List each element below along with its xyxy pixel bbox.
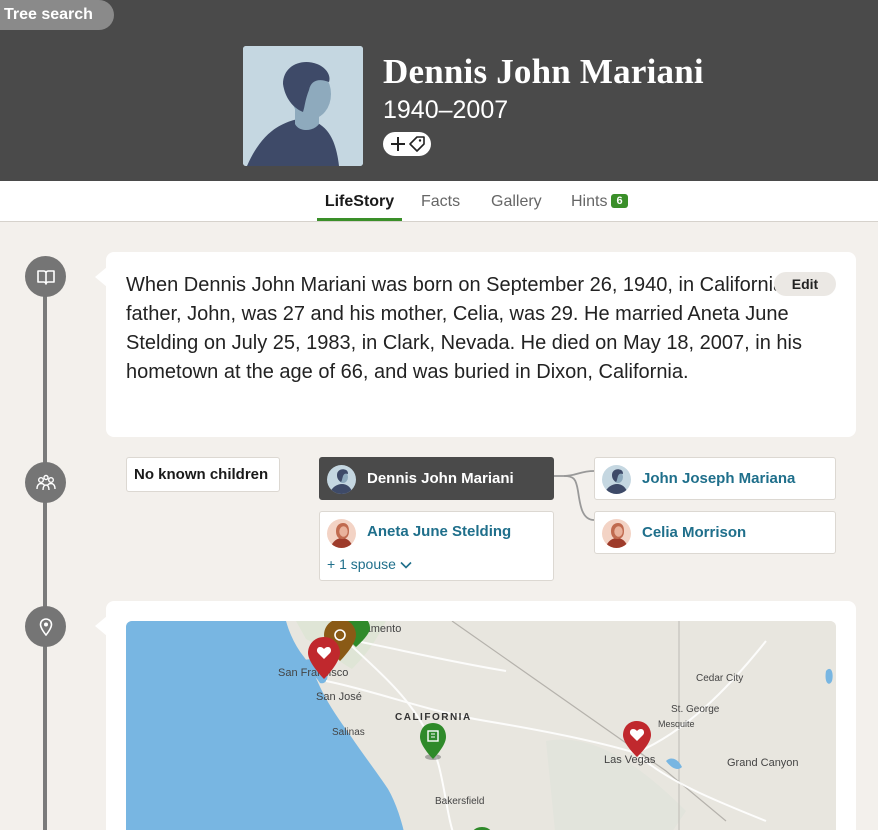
- hints-count-badge: 6: [611, 194, 628, 208]
- no-children-label: No known children: [126, 457, 280, 492]
- tree-search-button[interactable]: Tree search: [0, 0, 114, 30]
- female-avatar-icon: [602, 519, 631, 548]
- lifestory-card: When Dennis John Mariani was born on Sep…: [106, 252, 856, 437]
- more-spouses-toggle[interactable]: + 1 spouse: [327, 556, 412, 572]
- location-pin-icon: [39, 617, 52, 636]
- places-map[interactable]: Sacramento San Francisco San José Salina…: [126, 621, 836, 830]
- father-name[interactable]: John Joseph Mariana: [642, 458, 795, 499]
- timeline-line: [43, 262, 47, 830]
- male-avatar-icon: [602, 465, 631, 494]
- tab-gallery[interactable]: Gallery: [491, 181, 542, 221]
- places-timeline-marker: [25, 606, 66, 647]
- lifestory-summary: When Dennis John Mariani was born on Sep…: [126, 274, 821, 383]
- parent-connector-lines: [554, 470, 595, 521]
- map-label-san-francisco: San Francisco: [278, 667, 348, 679]
- person-header: Tree search Dennis John Mariani 1940–200…: [0, 0, 878, 181]
- edit-button[interactable]: Edit: [774, 272, 836, 296]
- avatar: [602, 465, 631, 494]
- spouse-name[interactable]: Aneta June Stelding: [367, 512, 511, 552]
- map-label-san-jose: San José: [316, 691, 362, 703]
- map-label-cedar-city: Cedar City: [696, 673, 743, 684]
- self-name: Dennis John Mariani: [367, 470, 514, 487]
- female-avatar-icon: [327, 519, 356, 548]
- book-icon: [36, 269, 55, 285]
- story-timeline-marker: [25, 256, 66, 297]
- map-label-las-vegas: Las Vegas: [604, 754, 656, 766]
- father-person-card[interactable]: John Joseph Mariana: [594, 457, 836, 500]
- male-avatar-icon: [327, 465, 356, 494]
- add-tag-button[interactable]: [383, 132, 431, 156]
- avatar: [602, 519, 631, 548]
- tab-hints-label: Hints: [571, 193, 608, 210]
- map-label-mesquite: Mesquite: [658, 719, 695, 729]
- mother-name[interactable]: Celia Morrison: [642, 512, 746, 553]
- male-silhouette-icon: [243, 46, 363, 166]
- self-person-card[interactable]: Dennis John Mariani: [319, 457, 554, 500]
- map-label-grand-canyon: Grand Canyon: [727, 757, 799, 769]
- family-timeline-marker: [25, 462, 66, 503]
- profile-tab-bar: LifeStory Facts Gallery Hints 6: [0, 181, 878, 222]
- family-icon: [35, 474, 56, 490]
- tab-lifestory[interactable]: LifeStory: [317, 181, 402, 221]
- map-canvas: Sacramento San Francisco San José Salina…: [126, 621, 836, 830]
- avatar: [327, 519, 356, 548]
- person-name: Dennis John Mariani: [383, 52, 704, 91]
- tab-facts[interactable]: Facts: [421, 181, 460, 221]
- map-label-st-george: St. George: [671, 704, 720, 715]
- life-years: 1940–2007: [383, 96, 509, 124]
- map-label-salinas: Salinas: [332, 727, 365, 738]
- more-spouses-label: + 1 spouse: [327, 556, 396, 572]
- add-tag-icon: [391, 136, 425, 152]
- tab-hints[interactable]: Hints 6: [571, 181, 628, 221]
- avatar: [327, 465, 356, 494]
- profile-portrait[interactable]: [243, 46, 363, 166]
- mother-person-card[interactable]: Celia Morrison: [594, 511, 836, 554]
- spouse-person-card[interactable]: Aneta June Stelding + 1 spouse: [319, 511, 554, 581]
- chevron-down-icon: [400, 561, 412, 569]
- map-label-california: CALIFORNIA: [395, 712, 472, 723]
- map-label-bakersfield: Bakersfield: [435, 796, 484, 807]
